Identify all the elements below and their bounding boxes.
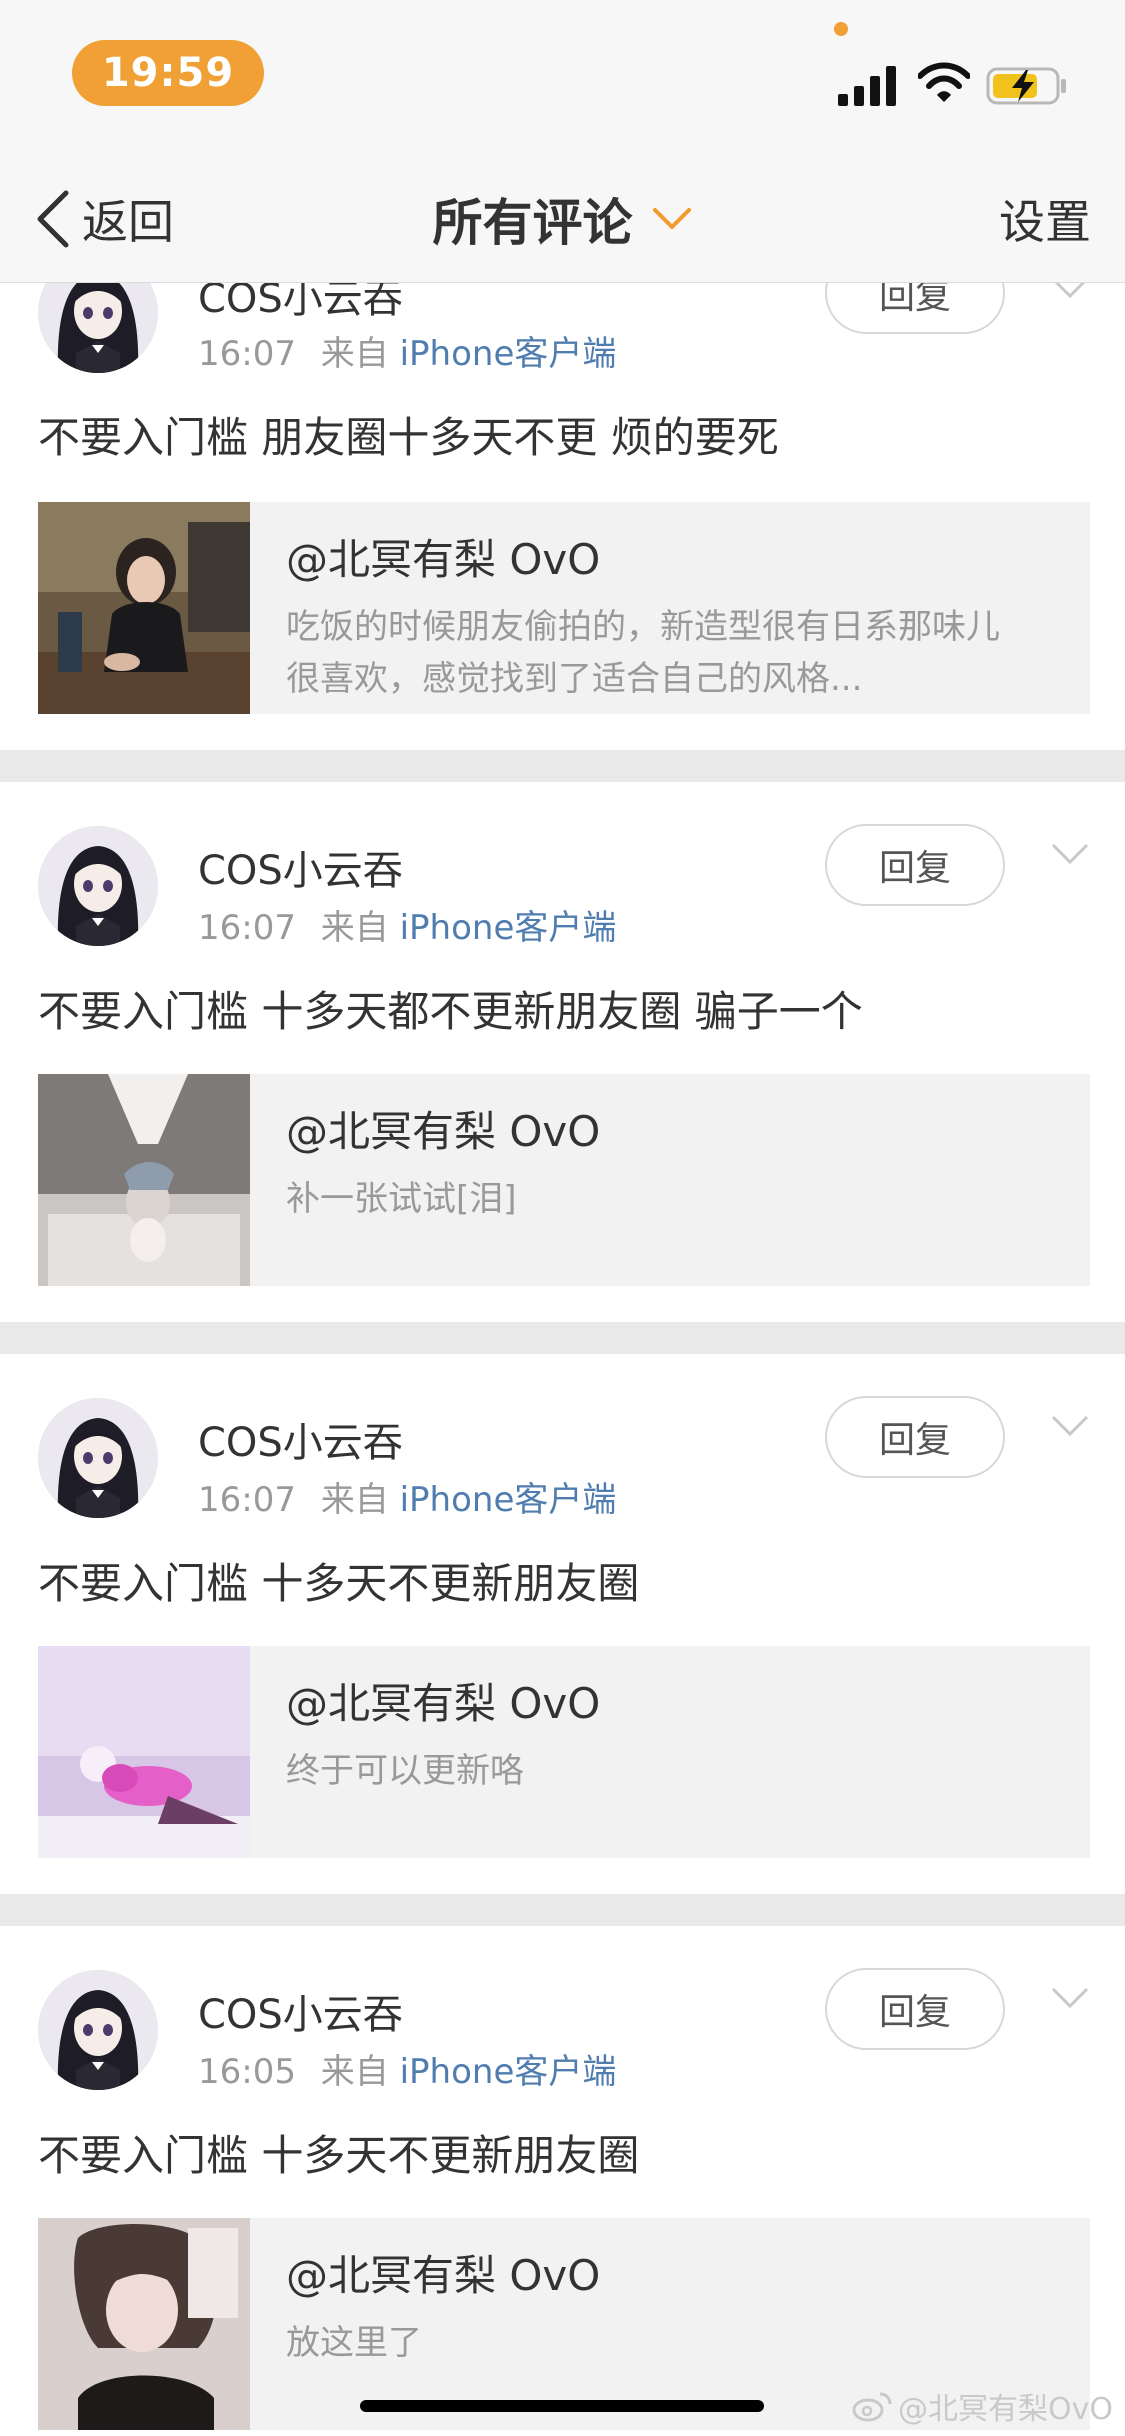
source-link[interactable]: iPhone客户端 xyxy=(400,334,617,374)
comment-text: 不要入门槛 十多天都不更新朋友圈 骗子一个 xyxy=(38,987,863,1036)
quoted-author[interactable]: @北冥有梨 OvO xyxy=(286,526,1000,587)
chevron-down-icon[interactable] xyxy=(1050,1414,1090,1438)
quoted-text: 放这里了 xyxy=(286,2317,600,2369)
reply-button[interactable]: 回复 xyxy=(825,1968,1005,2050)
quoted-text: 终于可以更新咯 xyxy=(286,1745,600,1797)
quoted-post[interactable]: @北冥有梨 OvO 补一张试试[泪] xyxy=(38,1074,1090,1286)
quoted-post-thumbnail xyxy=(38,2218,250,2430)
chevron-down-icon[interactable] xyxy=(1050,1986,1090,2010)
username[interactable]: COS小云吞 xyxy=(198,838,403,896)
quoted-text-line: 放这里了 xyxy=(286,2323,422,2363)
comment-meta: 16:07 来自 iPhone客户端 xyxy=(198,900,616,949)
username[interactable]: COS小云吞 xyxy=(198,1982,403,2040)
home-indicator[interactable] xyxy=(360,2400,764,2412)
chevron-down-icon[interactable] xyxy=(651,205,693,233)
comment-card: COS小云吞 16:07 来自 iPhone客户端 回复 不要入门槛 十多天不更… xyxy=(0,1354,1125,1894)
comment-time: 16:07 xyxy=(198,908,296,948)
comment-card: COS小云吞 16:05 来自 iPhone客户端 回复 不要入门槛 十多天不更… xyxy=(0,1926,1125,2436)
cellular-signal-icon xyxy=(838,66,896,106)
quoted-text: 吃饭的时候朋友偷拍的，新造型很有日系那味儿 很喜欢，感觉找到了适合自己的风格..… xyxy=(286,601,1000,705)
username[interactable]: COS小云吞 xyxy=(198,1410,403,1468)
back-label: 返回 xyxy=(82,195,174,249)
comment-time: 16:05 xyxy=(198,2052,296,2092)
quoted-author[interactable]: @北冥有梨 OvO xyxy=(286,2242,600,2303)
comment-text: 不要入门槛 十多天不更新朋友圈 xyxy=(38,2131,640,2180)
from-label: 来自 xyxy=(320,908,389,948)
source-link[interactable]: iPhone客户端 xyxy=(400,908,617,948)
comment-time: 16:07 xyxy=(198,1480,296,1520)
quoted-text-line: 吃饭的时候朋友偷拍的，新造型很有日系那味儿 xyxy=(286,607,1000,647)
quoted-post-thumbnail xyxy=(38,1646,250,1858)
status-time: 19:59 xyxy=(72,40,264,106)
comment-text: 不要入门槛 朋友圈十多天不更 烦的要死 xyxy=(38,413,779,462)
comment-meta: 16:07 来自 iPhone客户端 xyxy=(198,326,616,375)
top-bar: 19:59 返回 所有评论 设置 xyxy=(0,0,1125,283)
quoted-author[interactable]: @北冥有梨 OvO xyxy=(286,1098,600,1159)
comment-card: COS小云吞 16:07 来自 iPhone客户端 回复 不要入门槛 十多天都不… xyxy=(0,782,1125,1322)
source-link[interactable]: iPhone客户端 xyxy=(400,1480,617,1520)
battery-charging-icon xyxy=(986,67,1066,105)
quoted-text: 补一张试试[泪] xyxy=(286,1173,600,1225)
avatar[interactable] xyxy=(38,1970,158,2090)
reply-button[interactable]: 回复 xyxy=(825,1396,1005,1478)
quoted-text-line: 补一张试试[泪] xyxy=(286,1179,517,1219)
quoted-text-line: 终于可以更新咯 xyxy=(286,1751,524,1791)
page-title[interactable]: 所有评论 xyxy=(433,183,633,255)
comment-meta: 16:07 来自 iPhone客户端 xyxy=(198,1472,616,1521)
source-link[interactable]: iPhone客户端 xyxy=(400,2052,617,2092)
quoted-text-line: 很喜欢，感觉找到了适合自己的风格... xyxy=(286,659,863,699)
watermark: @北冥有梨OvO xyxy=(852,2384,1113,2428)
from-label: 来自 xyxy=(320,2052,389,2092)
quoted-post-thumbnail xyxy=(38,502,250,714)
chevron-left-icon xyxy=(37,190,69,248)
comment-meta: 16:05 来自 iPhone客户端 xyxy=(198,2044,616,2093)
avatar[interactable] xyxy=(38,1398,158,1518)
quoted-post-thumbnail xyxy=(38,1074,250,1286)
from-label: 来自 xyxy=(320,334,389,374)
avatar[interactable] xyxy=(38,826,158,946)
quoted-author[interactable]: @北冥有梨 OvO xyxy=(286,1670,600,1731)
weibo-logo-icon xyxy=(852,2392,892,2422)
comment-time: 16:07 xyxy=(198,334,296,374)
chevron-down-icon[interactable] xyxy=(1050,842,1090,866)
privacy-indicator-dot xyxy=(834,22,848,36)
app-screen: COS小云吞 16:07 来自 iPhone客户端 回复 不要入门槛 朋友圈十多… xyxy=(0,0,1125,2436)
wifi-icon xyxy=(918,62,970,102)
settings-button[interactable]: 设置 xyxy=(999,186,1091,252)
quoted-post[interactable]: @北冥有梨 OvO 终于可以更新咯 xyxy=(38,1646,1090,1858)
comment-text: 不要入门槛 十多天不更新朋友圈 xyxy=(38,1559,640,1608)
quoted-post[interactable]: @北冥有梨 OvO 吃饭的时候朋友偷拍的，新造型很有日系那味儿 很喜欢，感觉找到… xyxy=(38,502,1090,714)
from-label: 来自 xyxy=(320,1480,389,1520)
reply-button[interactable]: 回复 xyxy=(825,824,1005,906)
watermark-text: @北冥有梨OvO xyxy=(898,2392,1113,2427)
back-button[interactable]: 返回 xyxy=(34,186,174,252)
